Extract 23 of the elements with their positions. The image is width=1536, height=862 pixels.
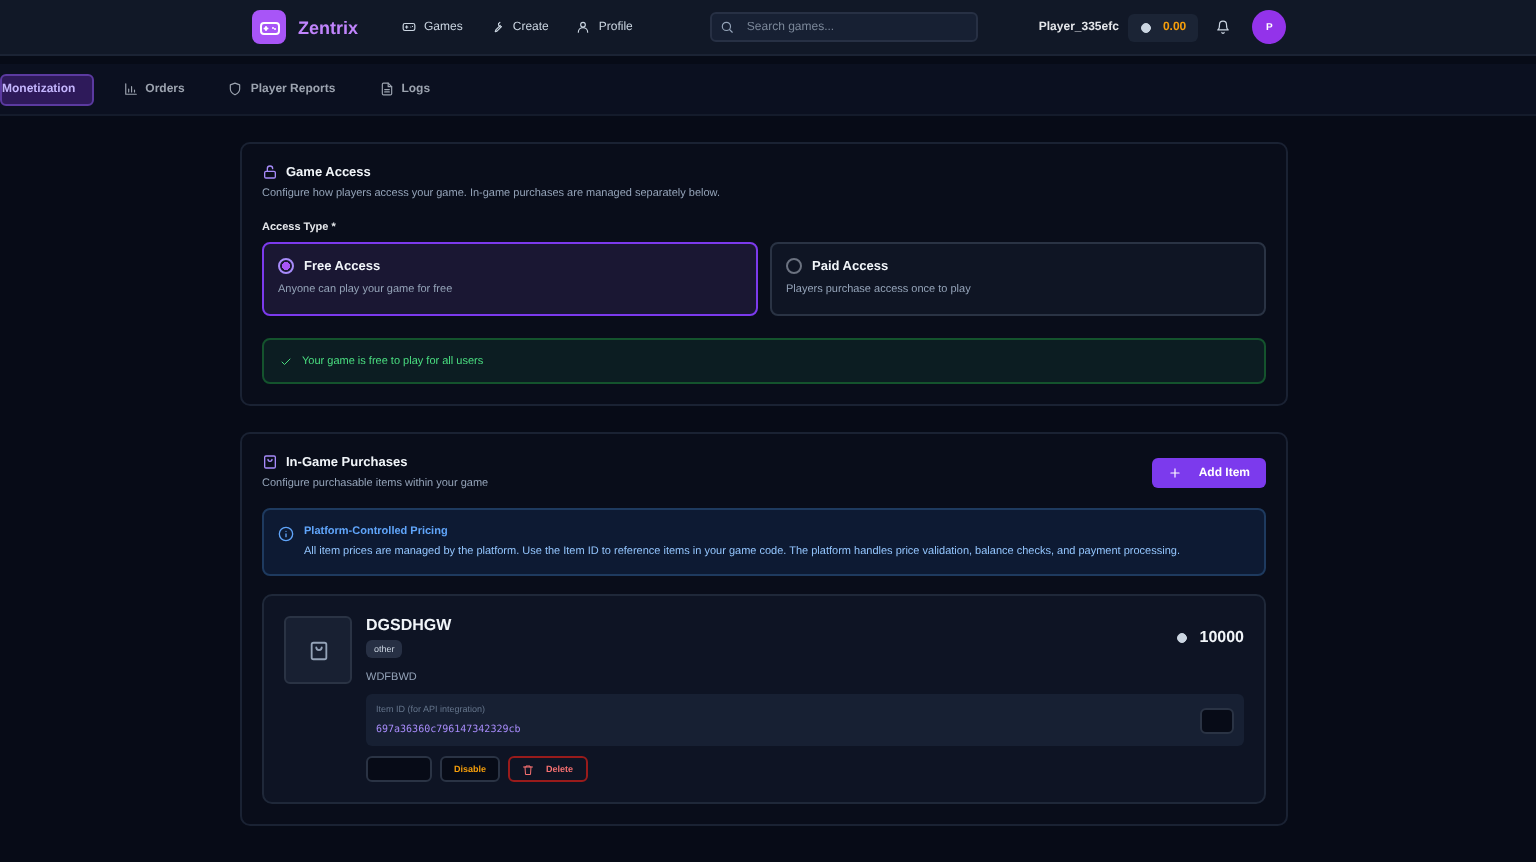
check-icon xyxy=(280,355,292,367)
coin-icon xyxy=(1140,21,1153,33)
info-icon xyxy=(278,526,294,542)
logo-icon xyxy=(252,10,286,44)
document-icon xyxy=(379,82,394,96)
bar-chart-icon xyxy=(123,82,138,96)
coin-icon xyxy=(1175,631,1188,643)
trash-icon xyxy=(522,763,535,775)
item-price: 10000 xyxy=(1199,628,1244,646)
bag-icon xyxy=(262,454,278,470)
gamepad-icon xyxy=(402,20,417,34)
item-name: DGSDHGW xyxy=(366,616,452,634)
lock-icon xyxy=(262,164,278,180)
brand-name[interactable]: Zentrix xyxy=(298,17,359,37)
plus-icon xyxy=(1168,466,1183,480)
wrench-icon xyxy=(490,20,505,34)
user-icon xyxy=(576,20,591,34)
shield-icon xyxy=(228,82,243,96)
bell-icon[interactable] xyxy=(1216,20,1231,34)
radio-button[interactable] xyxy=(278,258,294,274)
bag-icon xyxy=(307,639,329,661)
radio-button[interactable] xyxy=(786,258,802,274)
search-icon xyxy=(720,20,735,34)
